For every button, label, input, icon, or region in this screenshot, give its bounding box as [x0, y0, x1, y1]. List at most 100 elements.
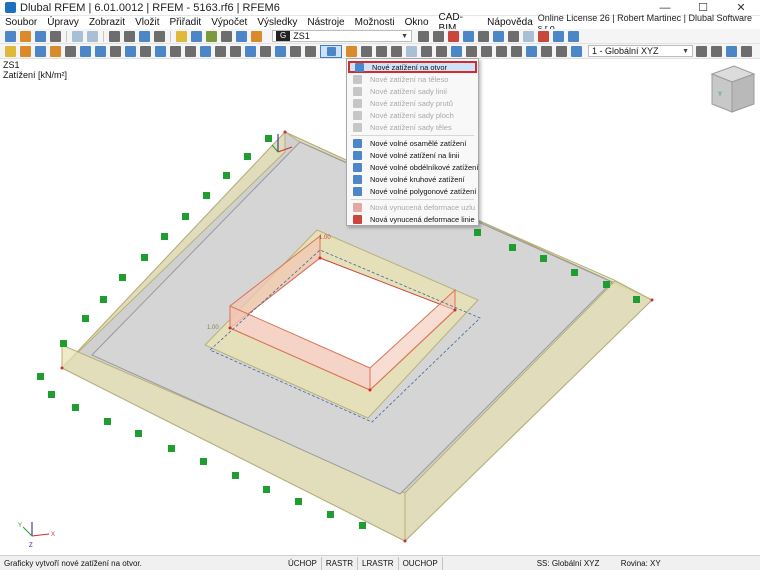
previous-load-case-icon[interactable] — [418, 30, 429, 42]
hinge-icon[interactable] — [140, 45, 151, 57]
menu-vysledky[interactable]: Výsledky — [252, 17, 302, 28]
section-cut-icon[interactable] — [95, 45, 106, 57]
section-icon[interactable] — [236, 30, 247, 42]
copy-icon[interactable] — [451, 45, 462, 57]
workplane-icon[interactable] — [556, 45, 567, 57]
load-case-selector[interactable]: G ZS1 ▼ — [272, 30, 412, 42]
load-case-label: ZS1 — [3, 60, 20, 70]
display-properties-icon[interactable] — [741, 45, 752, 57]
next-load-case-icon[interactable] — [433, 30, 444, 42]
grid-icon[interactable] — [110, 45, 121, 57]
result-section-icon[interactable] — [361, 45, 372, 57]
menu-zobrazit[interactable]: Zobrazit — [84, 17, 130, 28]
calculate-icon[interactable] — [176, 30, 187, 42]
undo-icon[interactable] — [72, 30, 83, 42]
load-wizard-icon[interactable] — [251, 30, 262, 42]
measure-icon[interactable] — [391, 45, 402, 57]
navigator-icon[interactable] — [124, 30, 135, 42]
solid-icon[interactable] — [65, 45, 76, 57]
menu-soubor[interactable]: Soubor — [0, 17, 42, 28]
delete-icon[interactable] — [538, 30, 549, 42]
result-display-icon[interactable] — [448, 30, 459, 42]
viewport-info: ZS1 Zatížení [kN/m²] — [3, 60, 67, 80]
menu-nastroje[interactable]: Nástroje — [302, 17, 349, 28]
menu-upravy[interactable]: Úpravy — [42, 17, 84, 28]
annotation-icon[interactable] — [275, 45, 286, 57]
connect-icon[interactable] — [526, 45, 537, 57]
table-icon[interactable] — [109, 30, 120, 42]
window-icon[interactable] — [568, 30, 579, 42]
results-icon[interactable] — [191, 30, 202, 42]
render-icon[interactable] — [711, 45, 722, 57]
line-icon[interactable] — [20, 45, 31, 57]
check-icon[interactable] — [206, 30, 217, 42]
animation-icon[interactable] — [478, 30, 489, 42]
opening-icon[interactable] — [80, 45, 91, 57]
report-icon[interactable] — [221, 30, 232, 42]
coordinate-system-icon[interactable] — [571, 45, 582, 57]
menu-item-free-concentrated-load[interactable]: Nové volné osamělé zatížení — [348, 137, 477, 149]
filter-icon[interactable] — [508, 30, 519, 42]
model-icon[interactable] — [154, 30, 165, 42]
navigation-cube[interactable]: Y — [710, 65, 756, 113]
redo-icon[interactable] — [87, 30, 98, 42]
local-grid-toggle-button[interactable]: LRASTR — [358, 556, 399, 570]
properties-icon[interactable] — [553, 30, 564, 42]
node-icon[interactable] — [5, 45, 16, 57]
imposed-deformation-icon[interactable] — [346, 45, 357, 57]
menu-napoveda[interactable]: Nápověda — [482, 17, 538, 28]
load-icon[interactable] — [215, 45, 226, 57]
snap-toggle-button[interactable]: ÚCHOP — [284, 556, 322, 570]
divide-icon[interactable] — [511, 45, 522, 57]
object-snap-toggle-button[interactable]: OUCHOP — [399, 556, 443, 570]
save-icon[interactable] — [35, 30, 46, 42]
rotate-icon[interactable] — [466, 45, 477, 57]
menu-item-free-rectangular-load[interactable]: Nové volné obdélníkové zatížení — [348, 161, 478, 173]
line-load-icon[interactable] — [170, 45, 181, 57]
design-icon[interactable] — [260, 45, 271, 57]
menu-vypocet[interactable]: Výpočet — [206, 17, 252, 28]
snap-icon[interactable] — [406, 45, 417, 57]
surface-load-icon[interactable] — [185, 45, 196, 57]
support-icon[interactable] — [125, 45, 136, 57]
menu-okno[interactable]: Okno — [400, 17, 434, 28]
member-load-icon[interactable] — [155, 45, 166, 57]
view-settings-icon[interactable] — [696, 45, 707, 57]
menu-item-label: Nové volné polygonové zatížení — [370, 186, 477, 196]
menu-item-label: Nové zatížení sady ploch — [370, 110, 454, 120]
zoom-all-icon[interactable] — [726, 45, 737, 57]
menu-item-free-polygon-load[interactable]: Nové volné polygonové zatížení — [348, 185, 477, 197]
menu-item-imposed-line-deformation[interactable]: Nová vynucená deformace linie — [348, 213, 477, 225]
nodal-load-icon[interactable] — [200, 45, 211, 57]
extend-icon[interactable] — [541, 45, 552, 57]
free-load-icon[interactable] — [305, 45, 316, 57]
surface-set-icon[interactable] — [245, 45, 256, 57]
menu-bar: Soubor Úpravy Zobrazit Vložit Přiřadit V… — [0, 12, 760, 34]
settings-icon[interactable] — [523, 30, 534, 42]
select-icon[interactable] — [421, 45, 432, 57]
dimension-icon[interactable] — [290, 45, 301, 57]
new-icon[interactable] — [5, 30, 16, 42]
member-icon[interactable] — [35, 45, 46, 57]
menu-priradit[interactable]: Přiřadit — [165, 17, 207, 28]
menu-moznosti[interactable]: Možnosti — [350, 17, 400, 28]
menu-item-opening-load[interactable]: Nové zatížení na otvor — [348, 61, 477, 73]
menu-vlozit[interactable]: Vložit — [130, 17, 164, 28]
load-combination-icon[interactable] — [376, 45, 387, 57]
menu-item-free-line-load[interactable]: Nové volné zatížení na linii — [348, 149, 477, 161]
open-icon[interactable] — [20, 30, 31, 42]
grid-toggle-button[interactable]: RASTR — [322, 556, 359, 570]
move-icon[interactable] — [436, 45, 447, 57]
diagram-icon[interactable] — [493, 30, 504, 42]
menu-item-label: Nové zatížení sady linií — [370, 86, 448, 96]
opening-load-tool-button[interactable] — [320, 44, 342, 58]
scale-icon[interactable] — [496, 45, 507, 57]
menu-item-free-circular-load[interactable]: Nové volné kruhové zatížení — [348, 173, 477, 185]
surface-icon[interactable] — [50, 45, 61, 57]
coordinate-system-selector[interactable]: 1 - Globální XYZ ▼ — [588, 45, 693, 57]
result-values-icon[interactable] — [463, 30, 474, 42]
view-icon[interactable] — [139, 30, 150, 42]
mirror-icon[interactable] — [481, 45, 492, 57]
print-icon[interactable] — [50, 30, 61, 42]
member-set-icon[interactable] — [230, 45, 241, 57]
